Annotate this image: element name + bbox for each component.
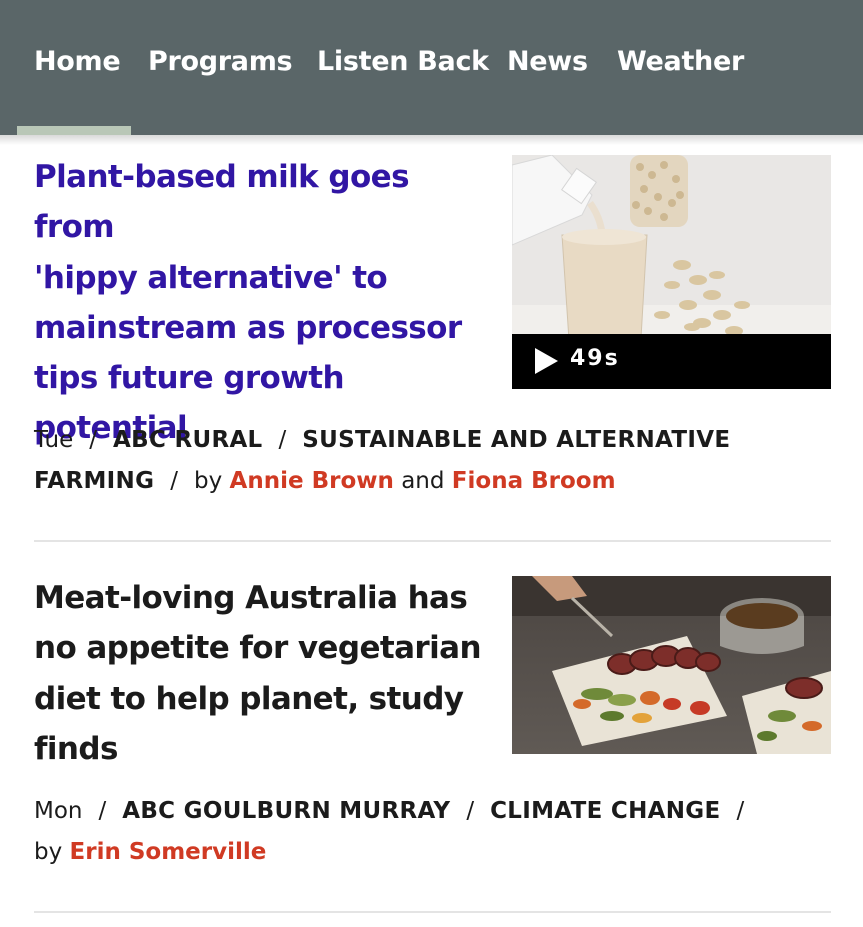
article-meta: Tue / ABC RURAL / SUSTAINABLE AND ALTERNATIV…	[34, 427, 731, 494]
headline-line: finds	[34, 730, 118, 767]
article-divider	[34, 540, 831, 542]
tab-weather[interactable]: Weather	[617, 46, 744, 86]
nav-shadow	[0, 135, 863, 145]
tab-news[interactable]: News	[507, 46, 588, 86]
category-link[interactable]: ABC GOULBURN MURRAY	[122, 798, 450, 824]
article-headline-link[interactable]: Plant-based milk goes from 'hippy altern…	[34, 152, 484, 454]
headline-line: no appetite for vegetarian	[34, 630, 482, 667]
tab-home[interactable]: Home	[34, 46, 121, 86]
headline-line: mainstream as processor	[34, 309, 462, 346]
top-navigation: Home Programs Listen Back News Weather	[0, 0, 863, 135]
active-tab-indicator	[17, 126, 131, 135]
publish-day: Tue	[34, 427, 74, 453]
article-headline-link[interactable]: Meat-loving Australia has no appetite fo…	[34, 573, 484, 774]
headline-line: 'hippy alternative' to	[34, 259, 388, 296]
author-link[interactable]: Annie Brown	[230, 468, 394, 494]
article-thumbnail-video[interactable]: 49s	[512, 155, 831, 389]
author-link[interactable]: Erin Somerville	[70, 839, 267, 865]
article-meta: Mon / ABC GOULBURN MURRAY / CLIMATE CHANGE / …	[34, 798, 745, 865]
play-icon	[535, 348, 558, 374]
byline-and: and	[401, 468, 445, 494]
headline-line: tips future growth	[34, 360, 345, 397]
tab-listen-back[interactable]: Listen Back	[317, 46, 489, 86]
author-link[interactable]: Fiona Broom	[452, 468, 616, 494]
tab-programs[interactable]: Programs	[148, 46, 293, 86]
byline-prefix: by	[194, 468, 223, 494]
video-duration: 49s	[570, 346, 620, 371]
byline-prefix: by	[34, 839, 63, 865]
article-divider	[34, 911, 831, 913]
headline-line: Plant-based milk goes from	[34, 159, 410, 246]
plated-meat-photo	[512, 576, 831, 754]
headline-line: Meat-loving Australia has	[34, 580, 468, 616]
video-duration-bar: 49s	[512, 334, 831, 389]
headline-line: diet to help planet, study	[34, 680, 464, 717]
category-link[interactable]: CLIMATE CHANGE	[490, 798, 720, 824]
publish-day: Mon	[34, 798, 83, 824]
article-thumbnail[interactable]	[512, 576, 831, 754]
category-link[interactable]: ABC RURAL	[113, 427, 262, 453]
